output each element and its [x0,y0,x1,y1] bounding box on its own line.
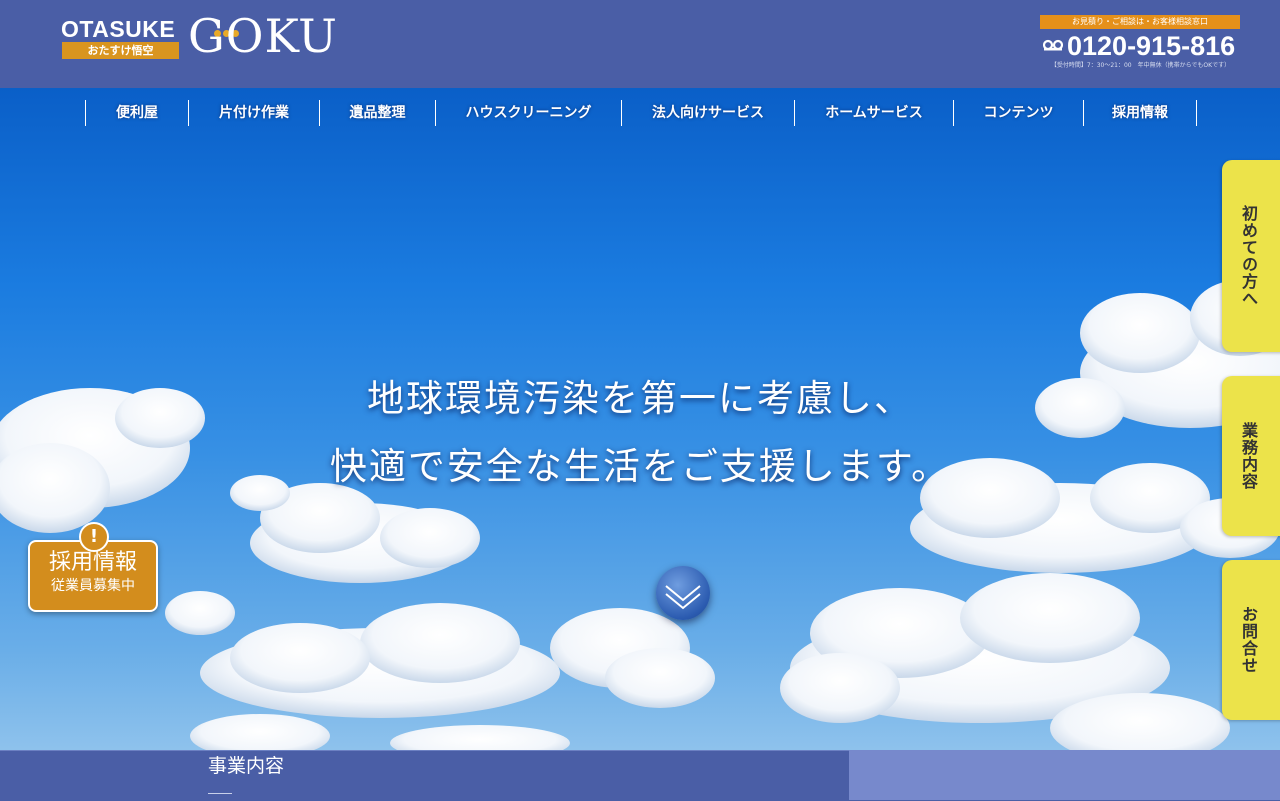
nav-item-ihin[interactable]: 遺品整理 [319,100,435,126]
recruit-title: 採用情報 [48,550,137,575]
side-panel [849,750,1280,800]
side-tab-services[interactable]: 業務内容 [1222,376,1280,536]
scroll-down-button[interactable] [656,566,710,620]
hero-banner: 便利屋 片付け作業 遺品整理 ハウスクリーニング 法人向けサービス ホームサービ… [0,88,1280,750]
nav-item-contents[interactable]: コンテンツ [953,100,1083,126]
logo-otasuke-text[interactable]: OTASUKE [61,16,175,42]
side-tab-label: 初めての方へ [1239,205,1258,307]
nav-item-benriya[interactable]: 便利屋 [85,100,188,126]
contact-phone[interactable]: 0120-915-816 [1043,30,1243,62]
nav-item-house-cleaning[interactable]: ハウスクリーニング [435,100,621,126]
free-dial-icon [1043,39,1063,51]
phone-number: 0120-915-816 [1067,31,1236,61]
nav-item-katazuke[interactable]: 片付け作業 [188,100,319,126]
side-tab-label: お問合せ [1239,606,1258,674]
main-nav: 便利屋 片付け作業 遺品整理 ハウスクリーニング 法人向けサービス ホームサービ… [85,100,1197,126]
contact-label: お見積り・ご相談は・お客様相談窓口 [1040,15,1240,29]
nav-item-home-service[interactable]: ホームサービス [794,100,953,126]
section-divider [208,793,232,794]
chevron-down-icon [665,585,701,610]
section-title: 事業内容 [208,755,285,777]
business-section: 事業内容 [0,750,849,801]
site-header: OTASUKE おたすけ悟空 GOKU お見積り・ご相談は・お客様相談窓口 01… [0,0,1280,89]
nav-item-corporate[interactable]: 法人向けサービス [621,100,794,126]
recruit-subtitle: 従業員募集中 [51,578,135,594]
contact-hours: 【受付時間】7：30～21：00 年中無休（携帯からでもOKです） [1050,62,1231,69]
logo-subtitle[interactable]: おたすけ悟空 [62,42,179,59]
side-tab-label: 業務内容 [1239,422,1258,490]
hero-headline-1: 地球環境汚染を第一に考慮し、 [367,377,913,420]
hero-headline-2: 快適で安全な生活をご支援します。 [329,445,951,488]
nav-item-recruit[interactable]: 採用情報 [1083,100,1197,126]
side-tab-contact[interactable]: お問合せ [1222,560,1280,720]
side-tab-first-time[interactable]: 初めての方へ [1222,160,1280,352]
logo-goku-text[interactable]: GOKU [188,10,338,62]
alert-icon: ! [79,522,109,552]
